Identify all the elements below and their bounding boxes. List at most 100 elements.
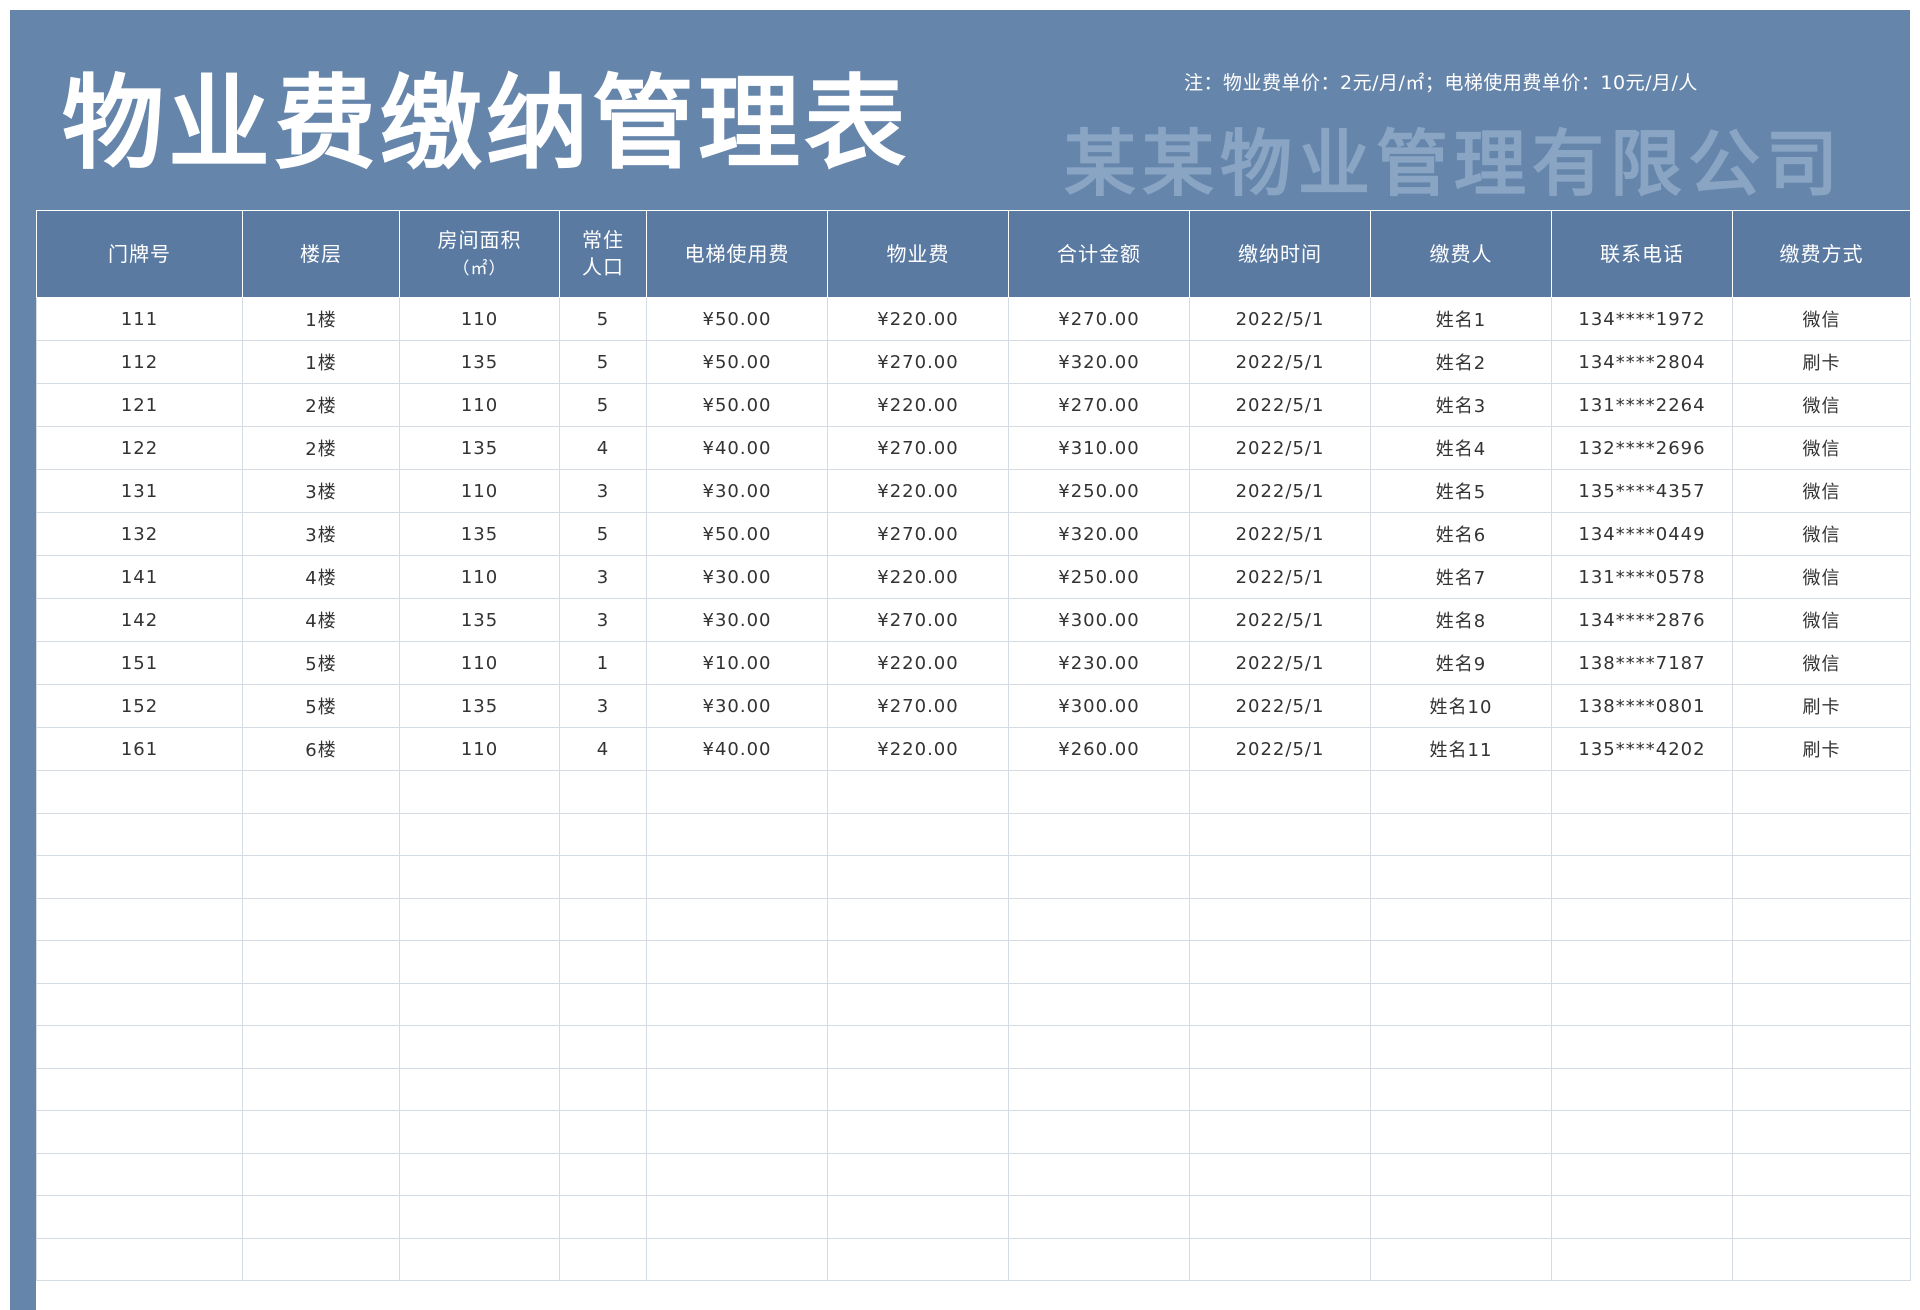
empty-cell[interactable] [1732, 770, 1911, 814]
table-cell[interactable]: ¥30.00 [646, 469, 828, 513]
empty-cell[interactable] [827, 1067, 1009, 1111]
table-cell[interactable]: ¥50.00 [646, 340, 828, 384]
table-cell[interactable]: ¥270.00 [827, 684, 1009, 728]
empty-cell[interactable] [1370, 1152, 1552, 1196]
table-cell[interactable]: 3 [559, 555, 647, 599]
empty-cell[interactable] [1732, 1025, 1911, 1069]
empty-cell[interactable] [559, 940, 647, 984]
empty-cell[interactable] [1370, 770, 1552, 814]
table-cell[interactable]: 135 [399, 512, 560, 556]
table-cell[interactable]: 110 [399, 469, 560, 513]
empty-cell[interactable] [1551, 982, 1733, 1026]
empty-cell[interactable] [559, 1110, 647, 1154]
table-cell[interactable]: 4楼 [242, 598, 400, 642]
table-cell[interactable]: 2022/5/1 [1189, 598, 1371, 642]
empty-cell[interactable] [827, 1237, 1009, 1281]
table-cell[interactable]: ¥40.00 [646, 727, 828, 771]
empty-cell[interactable] [1189, 1195, 1371, 1239]
empty-cell[interactable] [1189, 1152, 1371, 1196]
empty-cell[interactable] [36, 982, 243, 1026]
empty-cell[interactable] [1008, 770, 1190, 814]
empty-cell[interactable] [242, 1025, 400, 1069]
table-cell[interactable]: 3 [559, 684, 647, 728]
empty-cell[interactable] [36, 1152, 243, 1196]
empty-cell[interactable] [242, 812, 400, 856]
table-cell[interactable]: 141 [36, 555, 243, 599]
table-cell[interactable]: 112 [36, 340, 243, 384]
table-cell[interactable]: 2022/5/1 [1189, 340, 1371, 384]
table-cell[interactable]: 151 [36, 641, 243, 685]
empty-cell[interactable] [399, 1067, 560, 1111]
empty-cell[interactable] [1551, 1195, 1733, 1239]
table-cell[interactable]: 2022/5/1 [1189, 512, 1371, 556]
empty-cell[interactable] [36, 770, 243, 814]
empty-cell[interactable] [646, 1025, 828, 1069]
table-cell[interactable]: 131****0578 [1551, 555, 1733, 599]
empty-cell[interactable] [646, 1067, 828, 1111]
empty-cell[interactable] [1732, 812, 1911, 856]
empty-cell[interactable] [1551, 1152, 1733, 1196]
empty-cell[interactable] [827, 812, 1009, 856]
table-cell[interactable]: 3楼 [242, 469, 400, 513]
table-cell[interactable]: 1楼 [242, 297, 400, 341]
table-cell[interactable]: 110 [399, 555, 560, 599]
empty-cell[interactable] [1551, 1025, 1733, 1069]
table-cell[interactable]: ¥50.00 [646, 297, 828, 341]
table-cell[interactable]: 135 [399, 426, 560, 470]
empty-cell[interactable] [1732, 855, 1911, 899]
table-cell[interactable]: 2022/5/1 [1189, 641, 1371, 685]
empty-cell[interactable] [1551, 940, 1733, 984]
empty-cell[interactable] [646, 940, 828, 984]
empty-cell[interactable] [1370, 1237, 1552, 1281]
empty-cell[interactable] [399, 1152, 560, 1196]
table-cell[interactable]: 2022/5/1 [1189, 297, 1371, 341]
empty-cell[interactable] [399, 812, 560, 856]
empty-cell[interactable] [242, 855, 400, 899]
empty-cell[interactable] [1189, 982, 1371, 1026]
empty-cell[interactable] [1189, 1110, 1371, 1154]
table-cell[interactable]: ¥30.00 [646, 598, 828, 642]
table-cell[interactable]: 1楼 [242, 340, 400, 384]
empty-cell[interactable] [1732, 940, 1911, 984]
empty-cell[interactable] [1008, 897, 1190, 941]
table-cell[interactable]: 4 [559, 426, 647, 470]
table-cell[interactable]: 2楼 [242, 426, 400, 470]
table-cell[interactable]: ¥270.00 [1008, 383, 1190, 427]
empty-cell[interactable] [646, 770, 828, 814]
table-cell[interactable]: 微信 [1732, 426, 1911, 470]
empty-cell[interactable] [1551, 1237, 1733, 1281]
table-cell[interactable]: ¥270.00 [827, 426, 1009, 470]
table-cell[interactable]: 微信 [1732, 469, 1911, 513]
table-cell[interactable]: 6楼 [242, 727, 400, 771]
empty-cell[interactable] [1732, 1110, 1911, 1154]
empty-cell[interactable] [242, 897, 400, 941]
table-cell[interactable]: 姓名6 [1370, 512, 1552, 556]
table-cell[interactable]: ¥30.00 [646, 684, 828, 728]
empty-cell[interactable] [399, 897, 560, 941]
table-cell[interactable]: 微信 [1732, 297, 1911, 341]
empty-cell[interactable] [1551, 1067, 1733, 1111]
table-cell[interactable]: 138****0801 [1551, 684, 1733, 728]
empty-cell[interactable] [36, 897, 243, 941]
empty-cell[interactable] [1189, 1025, 1371, 1069]
table-cell[interactable]: 110 [399, 727, 560, 771]
table-cell[interactable]: ¥50.00 [646, 383, 828, 427]
table-cell[interactable]: ¥40.00 [646, 426, 828, 470]
empty-cell[interactable] [646, 1152, 828, 1196]
empty-cell[interactable] [646, 1237, 828, 1281]
empty-cell[interactable] [36, 1025, 243, 1069]
table-cell[interactable]: 152 [36, 684, 243, 728]
table-cell[interactable]: ¥310.00 [1008, 426, 1190, 470]
empty-cell[interactable] [646, 1110, 828, 1154]
empty-cell[interactable] [1551, 770, 1733, 814]
table-cell[interactable]: ¥270.00 [827, 512, 1009, 556]
table-cell[interactable]: ¥320.00 [1008, 340, 1190, 384]
table-cell[interactable]: 161 [36, 727, 243, 771]
empty-cell[interactable] [399, 1110, 560, 1154]
table-cell[interactable]: ¥220.00 [827, 555, 1009, 599]
table-cell[interactable]: ¥270.00 [827, 340, 1009, 384]
empty-cell[interactable] [1370, 897, 1552, 941]
empty-cell[interactable] [1551, 812, 1733, 856]
empty-cell[interactable] [36, 940, 243, 984]
empty-cell[interactable] [559, 855, 647, 899]
